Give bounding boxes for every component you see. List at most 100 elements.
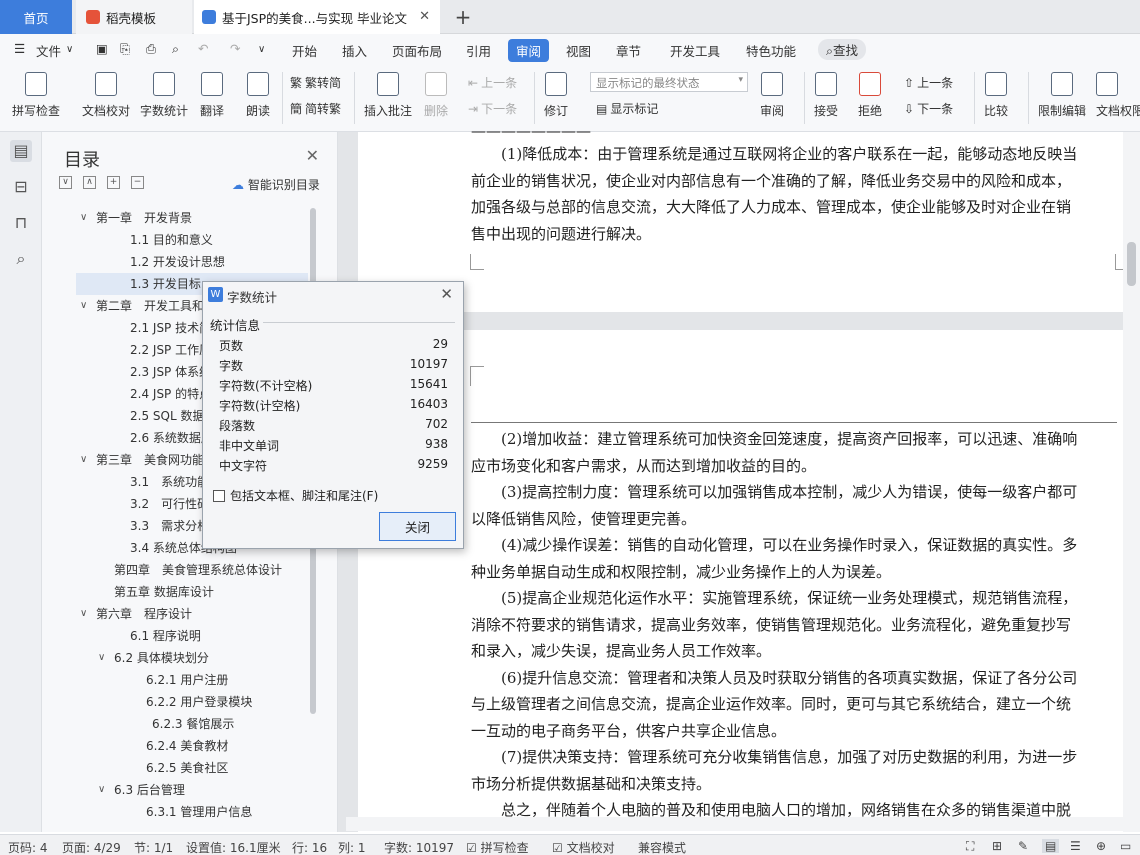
undo-icon[interactable]: ↶ bbox=[198, 41, 208, 56]
print-icon[interactable]: ⎙ bbox=[146, 41, 156, 57]
scrollbar-thumb[interactable] bbox=[1127, 242, 1136, 286]
export-icon[interactable]: ⎘ bbox=[120, 41, 130, 57]
trad-to-simp-button[interactable]: 繁繁转简 bbox=[290, 74, 341, 91]
track-changes-button[interactable]: 修订 bbox=[544, 72, 568, 119]
menu-layout[interactable]: 页面布局 bbox=[392, 41, 442, 60]
translate-icon bbox=[201, 72, 223, 96]
read-aloud-button[interactable]: 朗读 bbox=[246, 72, 270, 119]
search-icon: ⌕ bbox=[826, 43, 834, 58]
margin-corner-mark bbox=[470, 254, 484, 270]
outline-view-icon[interactable]: ☰ bbox=[1070, 839, 1081, 853]
menu-features[interactable]: 特色功能 bbox=[746, 41, 796, 60]
spell-check-button[interactable]: 拼写检查 bbox=[12, 72, 60, 119]
close-icon[interactable]: ✕ bbox=[419, 9, 430, 24]
search-button[interactable]: ⌕查找 bbox=[818, 39, 867, 60]
tab-template[interactable]: 稻壳模板 bbox=[76, 0, 192, 34]
proofread-icon bbox=[95, 72, 117, 96]
word-count-button[interactable]: 字数统计 bbox=[140, 72, 188, 119]
menu-section[interactable]: 章节 bbox=[616, 41, 641, 60]
wps-template-icon bbox=[86, 10, 100, 24]
fullscreen-icon[interactable]: ⛶ bbox=[966, 839, 974, 854]
status-pages[interactable]: 页面: 4/29 bbox=[62, 839, 121, 855]
layout-icon[interactable]: ▭ bbox=[1120, 839, 1131, 853]
add-heading-icon[interactable]: + bbox=[107, 176, 120, 189]
next-change-button[interactable]: ⇩ 下一条 bbox=[904, 100, 953, 117]
horizontal-scrollbar[interactable] bbox=[346, 817, 1123, 831]
doc-permission-button[interactable]: 文档权限 bbox=[1096, 72, 1140, 119]
menu-start[interactable]: 开始 bbox=[292, 41, 317, 60]
expand-up-icon[interactable]: ∧ bbox=[83, 176, 96, 189]
restrict-editing-button[interactable]: 限制编辑 bbox=[1038, 72, 1086, 119]
spell-check-icon: ☑ bbox=[466, 841, 477, 855]
close-icon[interactable]: ✕ bbox=[440, 285, 453, 303]
web-view-icon[interactable]: ⊕ bbox=[1096, 839, 1106, 853]
menu-view[interactable]: 视图 bbox=[566, 41, 591, 60]
edit-icon[interactable]: ✎ bbox=[1018, 839, 1028, 853]
show-markup-button[interactable]: ▤ 显示标记 bbox=[596, 100, 658, 117]
remove-heading-icon[interactable]: − bbox=[131, 176, 144, 189]
status-setting[interactable]: 设置值: 16.1厘米 bbox=[186, 839, 281, 855]
accept-button[interactable]: 接受 bbox=[814, 72, 838, 119]
quick-access-dropdown-icon[interactable]: ∨ bbox=[258, 44, 265, 55]
spell-check-status[interactable]: ☑ 拼写检查 bbox=[466, 839, 529, 855]
toc-item-label: 6.2.1 用户注册 bbox=[146, 673, 229, 687]
tab-document[interactable]: 基于JSP的美食...与实现 毕业论文 ✕ bbox=[194, 0, 440, 34]
review-pane-button[interactable]: 审阅 bbox=[760, 72, 784, 119]
chapter-nav-icon[interactable]: ⊟ bbox=[10, 176, 32, 198]
delete-comment-button[interactable]: 删除 bbox=[424, 72, 448, 119]
doc-proofread-button[interactable]: 文档校对 bbox=[82, 72, 130, 119]
tab-document-label: 基于JSP的美食...与实现 毕业论文 bbox=[222, 10, 408, 26]
menu-reference[interactable]: 引用 bbox=[466, 41, 491, 60]
toc-item-label: 第一章 开发背景 bbox=[96, 211, 193, 225]
tab-home[interactable]: 首页 bbox=[0, 0, 72, 34]
chevron-down-icon[interactable]: ∨ bbox=[80, 603, 87, 625]
paragraph-line: 种业务单据自动生成和权限控制，减少业务操作上的人为误差。 bbox=[471, 562, 892, 581]
chevron-down-icon[interactable]: ∨ bbox=[80, 449, 87, 471]
menu-file[interactable]: 文件 bbox=[36, 41, 61, 60]
hamburger-icon[interactable]: ☰ bbox=[14, 41, 25, 56]
close-button[interactable]: 关闭 bbox=[379, 512, 456, 541]
prev-comment-button[interactable]: ⇤ 上一条 bbox=[468, 74, 517, 91]
search-icon[interactable]: ⌕ bbox=[10, 248, 32, 270]
insert-comment-button[interactable]: 插入批注 bbox=[364, 72, 412, 119]
redo-icon[interactable]: ↷ bbox=[230, 41, 240, 56]
save-icon[interactable]: ▣ bbox=[96, 41, 108, 56]
smart-toc-button[interactable]: ☁ 智能识别目录 bbox=[232, 176, 320, 193]
translate-button[interactable]: 翻译 bbox=[200, 72, 224, 119]
proofread-status[interactable]: ☑ 文档校对 bbox=[552, 839, 615, 855]
markup-state-dropdown[interactable]: 显示标记的最终状态 ▾ bbox=[590, 72, 748, 92]
stat-label: 字数 bbox=[219, 359, 244, 373]
status-words[interactable]: 字数: 10197 bbox=[384, 839, 454, 855]
page-body: (2)增加收益：建立管理系统可加快资金回笼速度，提高资产回报率，可以迅速、准确响… bbox=[471, 426, 1117, 824]
compare-button[interactable]: 比较 bbox=[984, 72, 1008, 119]
menu-dev-tools[interactable]: 开发工具 bbox=[670, 41, 720, 60]
page-view-icon[interactable]: ▤ bbox=[1042, 839, 1060, 853]
menu-review[interactable]: 审阅 bbox=[508, 39, 550, 62]
simp-to-trad-button[interactable]: 簡简转繁 bbox=[290, 100, 341, 117]
checkbox-box[interactable] bbox=[213, 489, 225, 502]
toc-item-label: 第三章 美食网功能分 bbox=[96, 453, 217, 467]
prev-change-button[interactable]: ⇧ 上一条 bbox=[904, 74, 953, 91]
print-preview-icon[interactable]: ⌕ bbox=[172, 41, 179, 57]
chevron-down-icon[interactable]: ∨ bbox=[80, 207, 87, 229]
vertical-scrollbar[interactable] bbox=[1123, 132, 1140, 832]
reading-mode-icon[interactable]: ⊞ bbox=[992, 839, 1002, 853]
bookmark-icon[interactable]: ⊓ bbox=[10, 212, 32, 234]
menu-insert[interactable]: 插入 bbox=[342, 41, 367, 60]
stat-label: 页数 bbox=[219, 339, 244, 353]
collapse-all-icon[interactable]: ∨ bbox=[59, 176, 72, 189]
include-footnotes-checkbox[interactable]: 包括文本框、脚注和尾注(F) bbox=[213, 487, 378, 504]
chevron-down-icon[interactable]: ∨ bbox=[80, 295, 87, 317]
close-icon[interactable]: ✕ bbox=[306, 146, 319, 165]
chevron-down-icon[interactable]: ∨ bbox=[98, 779, 105, 801]
delete-comment-label: 删除 bbox=[424, 104, 449, 118]
chevron-down-icon[interactable]: ∨ bbox=[98, 647, 105, 669]
simp-to-trad-icon: 簡 bbox=[290, 102, 303, 116]
chevron-down-icon[interactable]: ∨ bbox=[66, 44, 73, 55]
new-tab-button[interactable]: + bbox=[450, 0, 476, 34]
prev-comment-label: 上一条 bbox=[481, 76, 518, 90]
reject-button[interactable]: 拒绝 bbox=[858, 72, 882, 119]
document-page: (1)降低成本：由于管理系统是通过互联网将企业的客户联系在一起，能够动态地反映当… bbox=[358, 128, 1129, 312]
next-comment-button[interactable]: ⇥ 下一条 bbox=[468, 100, 517, 117]
toc-panel-icon[interactable]: ▤ bbox=[10, 140, 32, 162]
